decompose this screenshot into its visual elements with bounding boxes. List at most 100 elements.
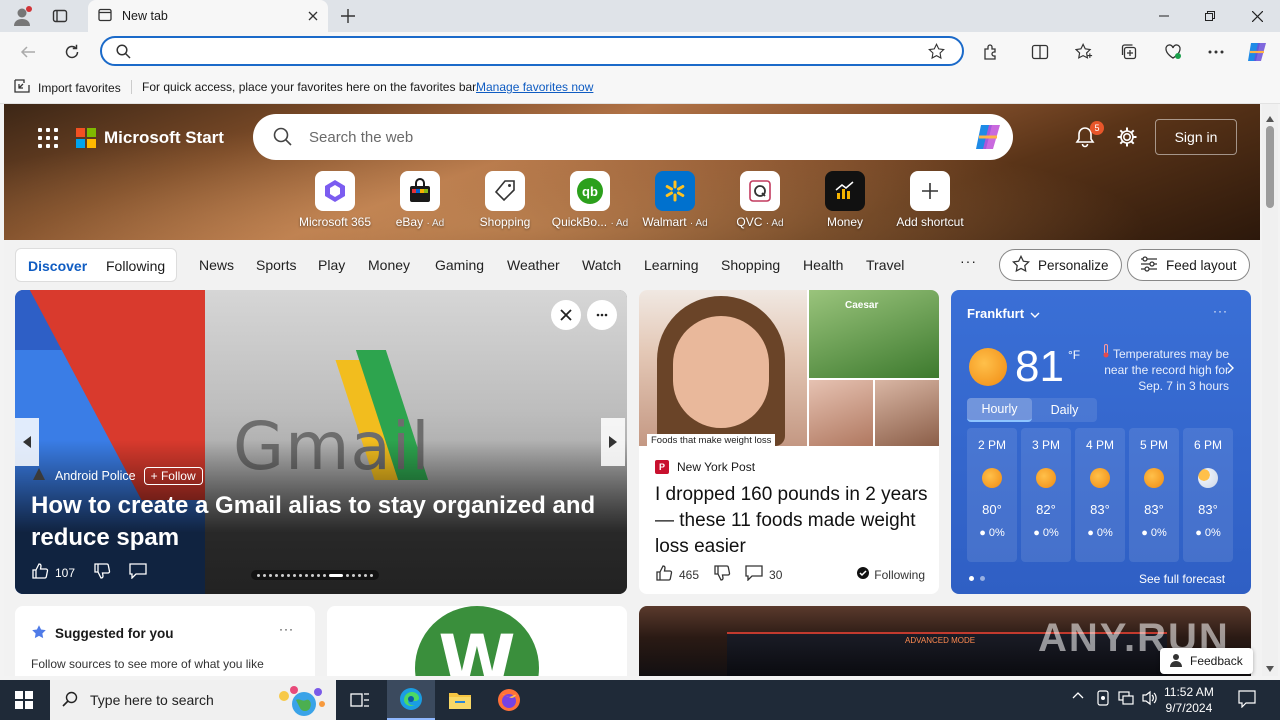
scrollbar-thumb[interactable] [1266,126,1274,208]
tab-discover[interactable]: Discover [28,258,87,274]
feedback-button[interactable]: Feedback [1160,648,1253,674]
dismiss-close-icon[interactable] [551,300,581,330]
nav-weather[interactable]: Weather [507,257,560,273]
shortcut-add[interactable]: Add shortcut [888,171,972,229]
task-view-icon[interactable] [336,680,384,720]
address-bar[interactable] [100,36,964,66]
shortcut-qvc[interactable]: QVC · Ad [718,171,802,229]
shortcut-ebay[interactable]: eBay · Ad [378,171,462,229]
tab-new-tab[interactable]: New tab [88,0,328,32]
like-button[interactable]: 465 [655,564,699,585]
nav-learning[interactable]: Learning [644,257,699,273]
sign-in-button[interactable]: Sign in [1155,119,1237,155]
nav-play[interactable]: Play [318,257,345,273]
app-launcher-icon[interactable] [38,128,58,148]
weather-card[interactable]: Frankfurt ··· 81 °F Temperatures may be … [951,290,1251,594]
notification-center-icon[interactable] [1238,690,1256,711]
tab-daily[interactable]: Daily [1032,398,1097,422]
taskbar-search-box[interactable]: Type here to search [50,680,336,720]
import-favorites-button[interactable]: Import favorites [14,79,121,96]
web-search-box[interactable]: Search the web [253,114,1013,160]
shortcut-microsoft-365[interactable]: Microsoft 365 [293,171,377,229]
file-explorer-icon[interactable] [436,680,484,720]
nav-sports[interactable]: Sports [256,257,296,273]
refresh-icon[interactable] [58,38,86,66]
hourly-forecast-item[interactable]: 5 PM 83° ● 0% [1129,428,1179,562]
address-input[interactable] [136,42,916,62]
weather-more-icon[interactable]: ··· [1213,304,1228,318]
nav-health[interactable]: Health [803,257,843,273]
browser-essentials-icon[interactable] [1159,38,1187,66]
back-arrow-icon[interactable] [14,38,42,66]
comments-button[interactable]: 30 [745,565,782,584]
page-settings-gear-icon[interactable] [1116,126,1138,151]
like-button[interactable]: 107 [31,562,75,583]
suggested-more-icon[interactable]: ··· [279,622,294,636]
extensions-icon[interactable] [977,38,1005,66]
temperature-unit[interactable]: °F [1068,348,1080,362]
article-headline[interactable]: I dropped 160 pounds in 2 years — these … [655,482,929,560]
carousel-next-arrow-icon[interactable] [601,418,625,466]
profile-icon[interactable] [10,4,34,28]
settings-more-icon[interactable] [1202,38,1230,66]
shortcut-shopping[interactable]: Shopping [463,171,547,229]
nav-shopping[interactable]: Shopping [721,257,780,273]
nav-more-button[interactable]: ··· [960,253,977,269]
tab-hourly[interactable]: Hourly [967,398,1032,422]
scroll-up-icon[interactable] [1266,110,1274,125]
edge-taskbar-icon[interactable] [387,680,435,720]
volume-icon[interactable] [1142,690,1158,709]
windows-start-icon[interactable] [0,680,48,720]
minimize-icon[interactable] [1141,0,1187,32]
carousel-prev-arrow-icon[interactable] [15,418,39,466]
tab-following[interactable]: Following [106,258,165,274]
hourly-forecast-item[interactable]: 6 PM 83° ● 0% [1183,428,1233,562]
scroll-down-icon[interactable] [1266,660,1274,675]
close-window-icon[interactable] [1234,0,1280,32]
restore-icon[interactable] [1187,0,1233,32]
close-tab-icon[interactable] [308,9,318,24]
news-card-weight-loss[interactable]: Caesar Foods that make weight loss P New… [639,290,939,594]
thumbs-down-icon[interactable] [93,562,111,583]
copilot-search-icon[interactable] [973,123,1003,154]
new-tab-plus-icon[interactable] [336,4,360,28]
top-story-headline[interactable]: How to create a Gmail alias to stay orga… [31,490,611,554]
nav-travel[interactable]: Travel [866,257,904,273]
favorite-star-icon[interactable] [928,43,945,63]
nav-gaming[interactable]: Gaming [435,257,484,273]
thumbs-down-icon[interactable] [713,564,731,585]
weather-alert[interactable]: Temperatures may be near the record high… [1091,344,1229,394]
shortcut-money[interactable]: Money [803,171,887,229]
chevron-right-icon[interactable] [1227,362,1234,377]
hourly-forecast-item[interactable]: 4 PM 83° ● 0% [1075,428,1125,562]
microsoft-start-logo[interactable]: Microsoft Start [76,128,224,148]
w-logo-card[interactable]: W [327,606,627,676]
nav-watch[interactable]: Watch [582,257,621,273]
manage-favorites-link[interactable]: Manage favorites now [476,80,593,94]
weather-location[interactable]: Frankfurt [967,306,1040,321]
security-tray-icon[interactable] [1096,690,1110,709]
hourly-forecast-item[interactable]: 2 PM 80° ● 0% [967,428,1017,562]
see-full-forecast-link[interactable]: See full forecast [1139,572,1225,586]
system-clock[interactable]: 11:52 AM 9/7/2024 [1164,684,1214,716]
firefox-icon[interactable] [485,680,533,720]
page-scrollbar[interactable] [1262,104,1278,676]
follow-source-button[interactable]: + Follow [143,466,203,485]
following-button[interactable]: Following [857,567,925,582]
nav-news[interactable]: News [199,257,234,273]
tab-actions-icon[interactable] [48,4,72,28]
feed-layout-button[interactable]: Feed layout [1127,249,1250,281]
favorites-icon[interactable] [1070,38,1098,66]
personalize-button[interactable]: Personalize [999,249,1122,281]
split-screen-icon[interactable] [1026,38,1054,66]
nav-money[interactable]: Money [368,257,410,273]
hourly-forecast-item[interactable]: 3 PM 82° ● 0% [1021,428,1071,562]
card-more-icon[interactable] [587,300,617,330]
tray-chevron-up-icon[interactable] [1072,690,1084,705]
copilot-icon[interactable] [1243,38,1271,66]
shortcut-walmart[interactable]: Walmart · Ad [633,171,717,229]
shortcut-quickbooks[interactable]: qb QuickBo... · Ad [548,171,632,229]
top-story-card[interactable]: Gmail Android Police + Follow How to cre… [15,290,627,594]
comment-icon[interactable] [129,563,147,582]
collections-icon[interactable] [1115,38,1143,66]
